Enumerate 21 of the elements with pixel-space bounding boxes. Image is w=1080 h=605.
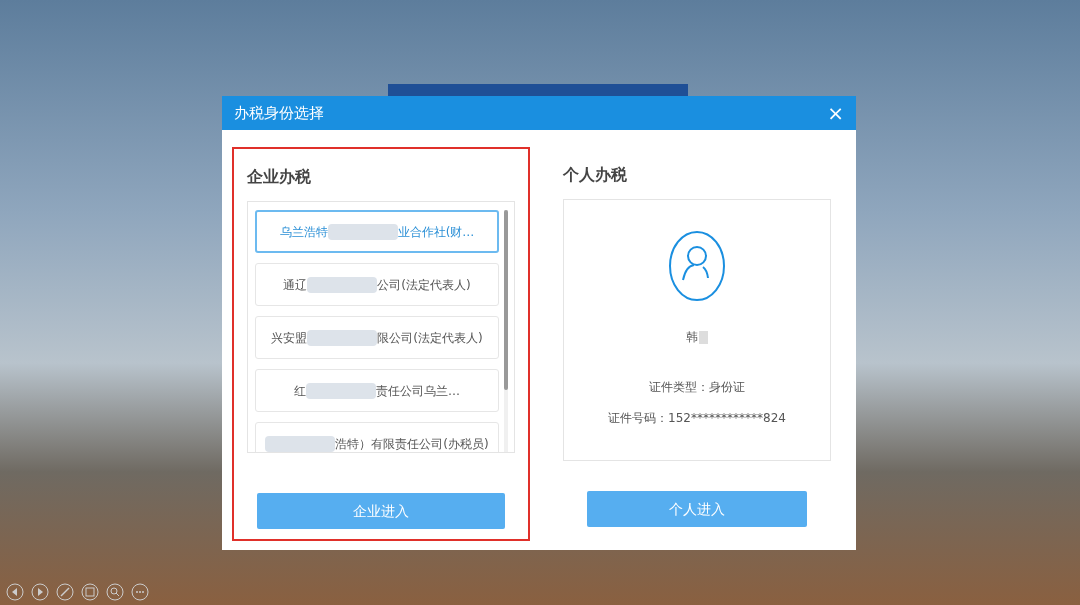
id-number: 证件号码：152************824 [608,410,786,427]
scrollbar-track[interactable] [504,210,508,452]
search-icon[interactable] [106,583,124,601]
scrollbar-thumb[interactable] [504,210,508,390]
dialog-title: 办税身份选择 [234,102,324,124]
next-icon[interactable] [31,583,49,601]
company-item[interactable]: 乌兰浩特 业合作社(财… [255,210,499,253]
company-item[interactable]: 通辽 公司(法定代表人) [255,263,499,306]
section-heading: 企业办税 [247,166,312,188]
more-icon[interactable] [131,583,149,601]
id-type: 证件类型：身份证 [649,379,745,396]
previous-icon[interactable] [6,583,24,601]
person-name: 韩 [686,329,698,346]
redaction-block [699,330,708,344]
company-item[interactable]: 浩特）有限责任公司(办税员) [255,422,499,452]
section-heading: 个人办税 [563,164,628,186]
company-item[interactable]: 兴安盟 限公司(法定代表人) [255,316,499,359]
window-icon[interactable] [81,583,99,601]
pen-icon[interactable] [56,583,74,601]
user-icon [668,230,726,302]
company-item[interactable]: 红 责任公司乌兰… [255,369,499,412]
